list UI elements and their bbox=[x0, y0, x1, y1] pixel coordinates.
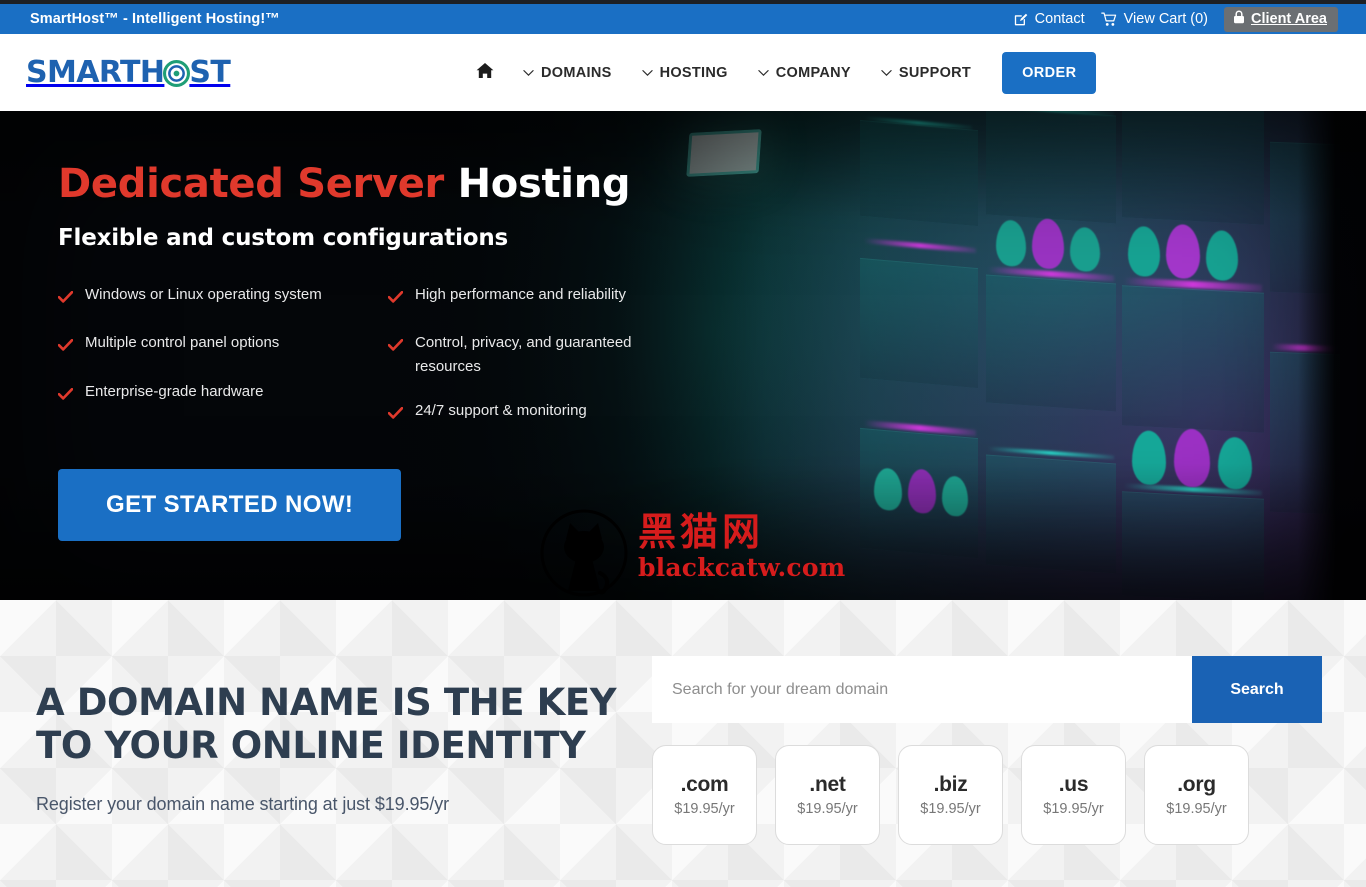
check-icon bbox=[57, 287, 74, 310]
feature-item: Control, privacy, and guaranteed resourc… bbox=[387, 331, 660, 378]
client-area-label: Client Area bbox=[1250, 10, 1327, 27]
site-tagline: SmartHost™ - Intelligent Hosting!™ bbox=[30, 11, 280, 27]
top-utility-bar: SmartHost™ - Intelligent Hosting!™ Conta… bbox=[0, 4, 1366, 34]
nav-label-company: COMPANY bbox=[775, 64, 851, 81]
domain-search-input[interactable] bbox=[652, 656, 1192, 723]
tld-name: .biz bbox=[933, 773, 968, 796]
logo-wordmark: SMARTH ST bbox=[26, 54, 231, 90]
nav-item-hosting[interactable]: HOSTING bbox=[627, 65, 743, 81]
nav-item-support[interactable]: SUPPORT bbox=[866, 65, 986, 81]
feature-item: Windows or Linux operating system bbox=[57, 283, 330, 310]
lock-icon bbox=[1233, 10, 1245, 28]
tld-price: $19.95/yr bbox=[1043, 801, 1104, 817]
domain-heading: A DOMAIN NAME IS THE KEY TO YOUR ONLINE … bbox=[36, 681, 652, 768]
tld-price: $19.95/yr bbox=[1166, 801, 1227, 817]
site-header: SMARTH ST DOMAINS HOSTING COMPANY SUPPOR… bbox=[0, 34, 1366, 111]
nav-item-domains[interactable]: DOMAINS bbox=[508, 65, 627, 81]
tld-name: .us bbox=[1058, 773, 1089, 796]
get-started-button[interactable]: GET STARTED NOW! bbox=[58, 469, 402, 541]
hero-title: Dedicated Server Hosting bbox=[58, 163, 1366, 205]
nav-item-company[interactable]: COMPANY bbox=[743, 65, 866, 81]
edit-square-icon bbox=[1014, 12, 1029, 27]
check-icon bbox=[387, 287, 404, 310]
hero-title-accent: Dedicated Server bbox=[58, 161, 444, 207]
tld-price-cards: .com $19.95/yr .net $19.95/yr .biz $19.9… bbox=[652, 745, 1322, 845]
logo-text-part2: ST bbox=[189, 54, 231, 90]
order-button[interactable]: ORDER bbox=[1002, 51, 1097, 94]
hero-feature-column-left: Windows or Linux operating system Multip… bbox=[57, 283, 388, 447]
domain-headline-block: A DOMAIN NAME IS THE KEY TO YOUR ONLINE … bbox=[36, 681, 652, 845]
tld-card-org[interactable]: .org $19.95/yr bbox=[1144, 745, 1249, 845]
feature-item: Enterprise-grade hardware bbox=[57, 380, 330, 407]
domain-heading-line2: TO YOUR ONLINE IDENTITY bbox=[36, 723, 586, 767]
feature-item: 24/7 support & monitoring bbox=[387, 399, 660, 426]
nav-label-hosting: HOSTING bbox=[659, 64, 728, 81]
domain-section-inner: A DOMAIN NAME IS THE KEY TO YOUR ONLINE … bbox=[0, 600, 1366, 845]
logo-text-part1: SMARTH bbox=[26, 54, 165, 90]
chevron-down-icon bbox=[641, 65, 653, 81]
tld-card-us[interactable]: .us $19.95/yr bbox=[1021, 745, 1126, 845]
hero-title-rest: Hosting bbox=[443, 161, 631, 207]
hero-subtitle: Flexible and custom configurations bbox=[58, 225, 509, 251]
feature-label: 24/7 support & monitoring bbox=[415, 401, 587, 419]
feature-label: Enterprise-grade hardware bbox=[85, 382, 264, 400]
domain-search-block: Search .com $19.95/yr .net $19.95/yr .bi… bbox=[652, 656, 1366, 845]
tld-price: $19.95/yr bbox=[674, 801, 735, 817]
chevron-down-icon bbox=[523, 65, 534, 81]
feature-item: High performance and reliability bbox=[387, 283, 660, 310]
hero-content: Dedicated Server Hosting Flexible and cu… bbox=[0, 111, 1366, 541]
feature-label: Multiple control panel options bbox=[85, 334, 280, 352]
tld-price: $19.95/yr bbox=[920, 801, 981, 817]
domain-search-section: A DOMAIN NAME IS THE KEY TO YOUR ONLINE … bbox=[0, 600, 1366, 887]
top-utility-links: Contact View Cart (0) Client Area bbox=[1014, 6, 1338, 32]
domain-subtext: Register your domain name starting at ju… bbox=[36, 793, 450, 814]
tld-name: .org bbox=[1177, 773, 1216, 796]
view-cart-link[interactable]: View Cart (0) bbox=[1100, 11, 1208, 27]
nav-label-support: SUPPORT bbox=[898, 64, 972, 81]
check-icon bbox=[57, 384, 74, 407]
tld-card-biz[interactable]: .biz $19.95/yr bbox=[898, 745, 1003, 845]
domain-search-row: Search bbox=[652, 656, 1322, 723]
nav-label-domains: DOMAINS bbox=[541, 64, 612, 81]
contact-link[interactable]: Contact bbox=[1014, 11, 1085, 27]
tld-name: .com bbox=[680, 773, 729, 796]
tld-card-net[interactable]: .net $19.95/yr bbox=[775, 745, 880, 845]
contact-label: Contact bbox=[1034, 11, 1085, 27]
client-area-button[interactable]: Client Area bbox=[1223, 6, 1338, 32]
site-logo[interactable]: SMARTH ST bbox=[26, 54, 231, 90]
check-icon bbox=[387, 335, 404, 358]
tld-card-com[interactable]: .com $19.95/yr bbox=[652, 745, 757, 845]
hero-section: Dedicated Server Hosting Flexible and cu… bbox=[0, 111, 1366, 600]
domain-search-button[interactable]: Search bbox=[1192, 656, 1322, 723]
logo-ring-icon bbox=[163, 59, 191, 87]
tld-price: $19.95/yr bbox=[797, 801, 858, 817]
check-icon bbox=[387, 403, 404, 426]
hero-feature-list: Windows or Linux operating system Multip… bbox=[57, 283, 688, 447]
home-icon bbox=[476, 62, 494, 83]
chevron-down-icon bbox=[881, 65, 892, 81]
hero-feature-column-right: High performance and reliability Control… bbox=[387, 283, 688, 447]
tld-name: .net bbox=[809, 773, 846, 796]
shopping-cart-icon bbox=[1100, 12, 1118, 27]
main-navigation: DOMAINS HOSTING COMPANY SUPPORT ORDER bbox=[462, 51, 1097, 94]
view-cart-label: View Cart (0) bbox=[1123, 11, 1208, 27]
feature-label: Control, privacy, and guaranteed resourc… bbox=[415, 334, 632, 375]
feature-label: Windows or Linux operating system bbox=[85, 286, 322, 303]
check-icon bbox=[57, 335, 74, 358]
feature-item: Multiple control panel options bbox=[57, 331, 330, 358]
domain-heading-line1: A DOMAIN NAME IS THE KEY bbox=[36, 681, 617, 724]
nav-item-home[interactable] bbox=[462, 62, 508, 83]
chevron-down-icon bbox=[758, 65, 769, 81]
feature-label: High performance and reliability bbox=[415, 286, 626, 303]
